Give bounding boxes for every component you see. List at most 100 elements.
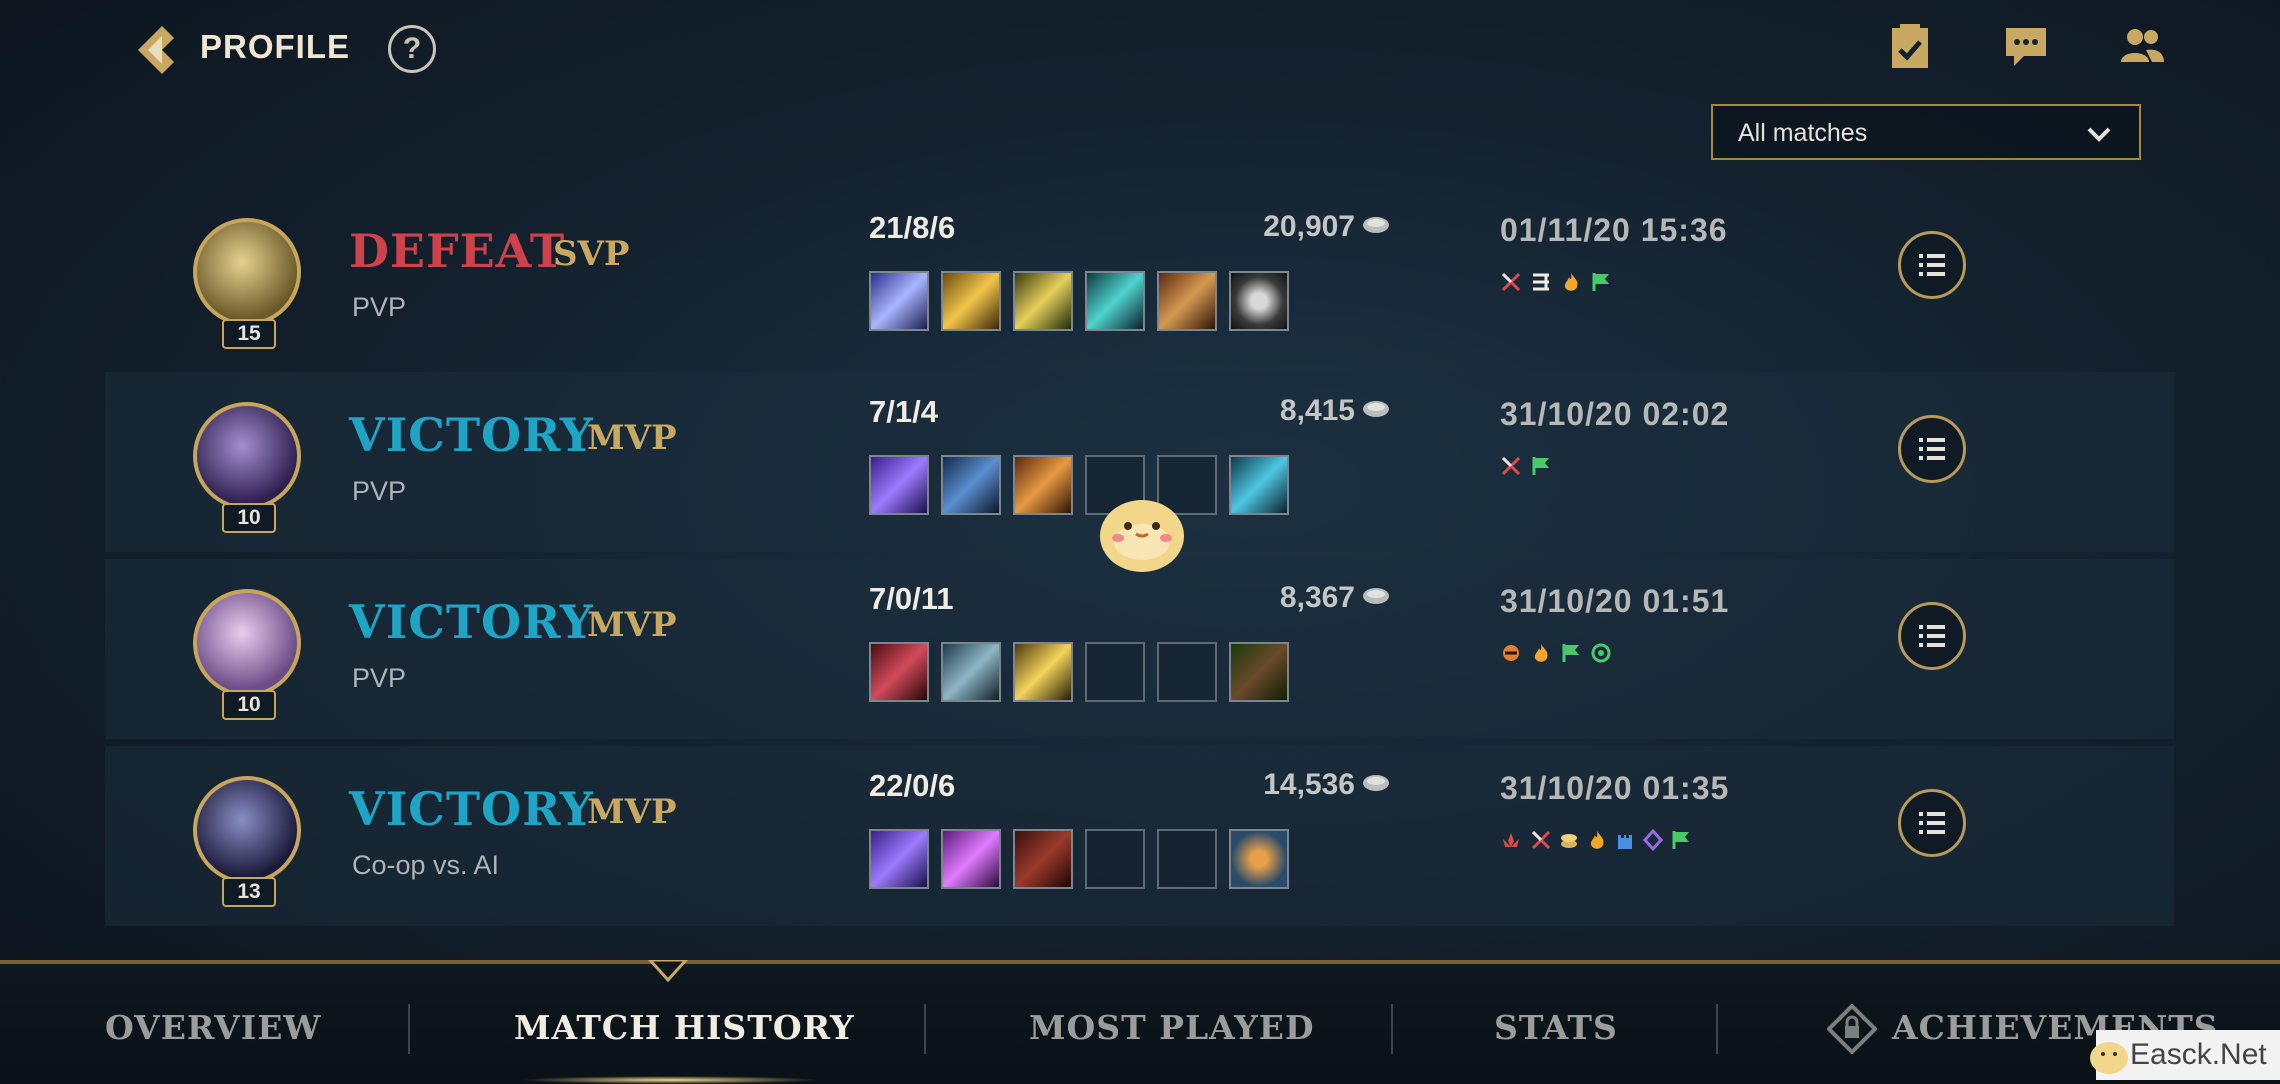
lock-icon — [1827, 1004, 1877, 1054]
level-badge: 10 — [222, 503, 276, 533]
armor-item[interactable] — [1157, 271, 1217, 331]
flag-icon — [1672, 831, 1689, 849]
empty-item-slot[interactable] — [1157, 829, 1217, 889]
tab-most-played[interactable]: MOST PLAYED — [1029, 1008, 1314, 1047]
blade-item[interactable] — [869, 271, 929, 331]
list-icon — [1919, 254, 1945, 276]
watermark-text: Easck.Net — [2130, 1038, 2267, 1071]
match-result: VICTORY — [349, 408, 594, 462]
hat-item[interactable] — [1013, 829, 1073, 889]
spear-item[interactable] — [1013, 271, 1073, 331]
performance-badge: MVP — [587, 605, 677, 645]
gold-earned: 8,367 — [1279, 581, 1355, 614]
book-item[interactable] — [941, 829, 1001, 889]
crystal-item[interactable] — [1085, 271, 1145, 331]
gold-earned: 14,536 — [1263, 768, 1355, 801]
match-row[interactable]: 10 VICTORY MVP PVP 7/0/11 8,367 31/10/20… — [105, 559, 2174, 739]
tower-icon — [1618, 835, 1632, 849]
match-result: VICTORY — [349, 595, 594, 649]
helmet-item[interactable] — [869, 642, 929, 702]
level-badge: 15 — [222, 319, 276, 349]
crossed-swords-icon — [1531, 830, 1551, 850]
champion-avatar — [193, 589, 301, 697]
spear-item[interactable] — [1013, 642, 1073, 702]
game-mode: PVP — [352, 663, 407, 693]
flag-icon — [1592, 273, 1609, 291]
match-filter-dropdown[interactable]: All matches — [1711, 104, 2141, 160]
list-icon — [1919, 812, 1945, 834]
kda-score: 7/1/4 — [869, 394, 938, 429]
tab-divider — [408, 1004, 410, 1054]
tab-divider — [1716, 1004, 1718, 1054]
triple-kill-icon — [1533, 273, 1549, 291]
crossed-swords-icon — [1501, 272, 1521, 292]
list-icon — [1919, 438, 1945, 460]
performance-badge: MVP — [587, 418, 677, 458]
flag-icon — [1532, 457, 1549, 475]
tab-stats[interactable]: STATS — [1494, 1008, 1618, 1047]
champion-avatar — [193, 218, 301, 326]
game-mode: PVP — [352, 476, 407, 506]
chevron-down-icon — [2087, 127, 2111, 142]
match-row[interactable]: 13 VICTORY MVP Co-op vs. AI 22/0/6 14,53… — [105, 746, 2174, 926]
kda-score: 21/8/6 — [869, 210, 956, 245]
crystal-icon — [1642, 829, 1664, 851]
empty-item-slot[interactable] — [1085, 829, 1145, 889]
trinket-item[interactable] — [1229, 829, 1289, 889]
tab-divider — [1391, 1004, 1393, 1054]
fire-icon — [1564, 273, 1578, 291]
boots-item[interactable] — [1229, 455, 1289, 515]
level-badge: 10 — [222, 690, 276, 720]
tab-overview[interactable]: OVERVIEW — [105, 1008, 321, 1047]
kda-score: 22/0/6 — [869, 768, 956, 803]
gold-icon — [1363, 217, 1389, 233]
game-mode: PVP — [352, 292, 407, 322]
page-title: PROFILE — [200, 28, 351, 65]
cloak-item[interactable] — [941, 642, 1001, 702]
match-details-button[interactable] — [1898, 415, 1966, 483]
fire-icon — [1590, 831, 1604, 849]
filter-selected-value: All matches — [1738, 119, 1868, 147]
lightning-blade-item[interactable] — [941, 271, 1001, 331]
tab-match-history[interactable]: MATCH HISTORY — [514, 1008, 855, 1047]
empty-item-slot[interactable] — [1085, 642, 1145, 702]
band-item[interactable] — [1229, 271, 1289, 331]
match-details-button[interactable] — [1898, 231, 1966, 299]
friends-icon[interactable] — [2116, 20, 2168, 72]
top-bar: PROFILE ? — [0, 0, 2280, 100]
lotus-icon — [1503, 833, 1519, 847]
performance-badge: MVP — [587, 792, 677, 832]
gold-icon — [1363, 401, 1389, 417]
ward-icon — [1591, 643, 1611, 663]
help-icon[interactable]: ? — [388, 25, 436, 73]
gold-earned: 8,415 — [1279, 394, 1355, 427]
match-datetime: 31/10/20 01:51 — [1500, 583, 1730, 619]
match-row[interactable]: 15 DEFEAT SVP PVP 21/8/6 20,907 01/11/20… — [105, 188, 2174, 368]
tome-item[interactable] — [941, 455, 1001, 515]
kda-score: 7/0/11 — [869, 581, 954, 616]
empty-item-slot[interactable] — [1157, 642, 1217, 702]
active-tab-glow — [520, 1076, 820, 1084]
champion-avatar — [193, 776, 301, 884]
level-badge: 13 — [222, 877, 276, 907]
mascot-watermark-icon — [1100, 500, 1184, 572]
fire-icon — [1534, 644, 1548, 662]
flag-icon — [1562, 644, 1579, 662]
scepter-item[interactable] — [869, 829, 929, 889]
gold-earned: 20,907 — [1263, 210, 1355, 243]
gold-icon — [1363, 588, 1389, 604]
match-datetime: 01/11/20 15:36 — [1500, 212, 1728, 248]
match-datetime: 31/10/20 02:02 — [1500, 396, 1730, 432]
match-details-button[interactable] — [1898, 789, 1966, 857]
back-icon[interactable] — [128, 22, 184, 78]
missions-icon[interactable] — [1884, 20, 1936, 72]
orb-item[interactable] — [1013, 455, 1073, 515]
boots-item[interactable] — [1229, 642, 1289, 702]
match-details-button[interactable] — [1898, 602, 1966, 670]
champion-avatar — [193, 402, 301, 510]
gold-icon — [1363, 775, 1389, 791]
match-result: DEFEAT — [349, 224, 566, 278]
scepter-item[interactable] — [869, 455, 929, 515]
chat-icon[interactable] — [2000, 20, 2052, 72]
crossed-swords-icon — [1501, 456, 1521, 476]
